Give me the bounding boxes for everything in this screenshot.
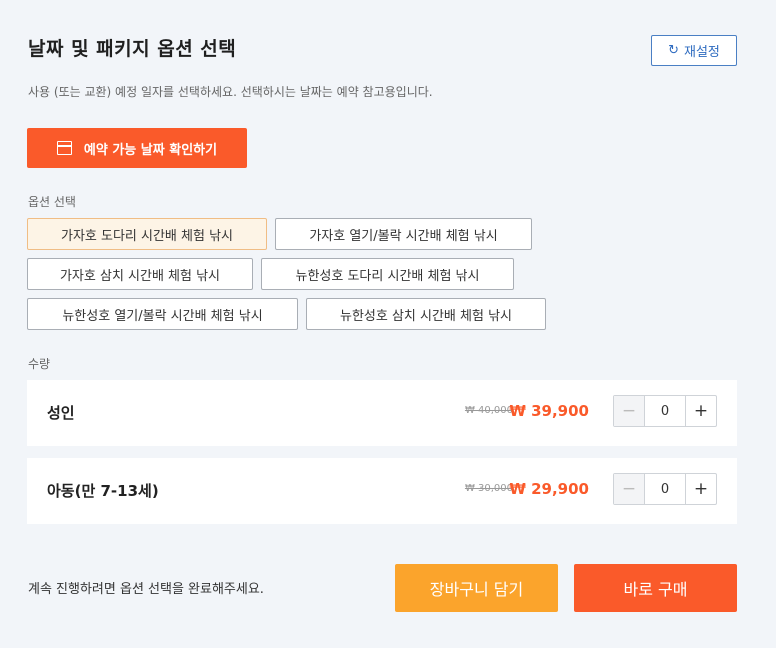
add-to-cart-button[interactable]: 장바구니 담기 bbox=[395, 564, 558, 612]
ticket-name: 아동(만 7-13세) bbox=[47, 482, 159, 500]
footer-message: 계속 진행하려면 옵션 선택을 완료해주세요. bbox=[28, 582, 264, 597]
quantity-row-child: 아동(만 7-13세) ₩ 30,000 ₩ 29,900 − 0 + bbox=[27, 458, 737, 524]
option-item[interactable]: 가자호 도다리 시간배 체험 낚시 bbox=[27, 218, 267, 250]
check-available-dates-button[interactable]: 예약 가능 날짜 확인하기 bbox=[27, 128, 247, 168]
decrement-button[interactable]: − bbox=[614, 396, 645, 426]
buy-now-button[interactable]: 바로 구매 bbox=[574, 564, 737, 612]
page-title: 날짜 및 패키지 옵션 선택 bbox=[28, 38, 237, 60]
quantity-row-adult: 성인 ₩ 40,000 ₩ 39,900 − 0 + bbox=[27, 380, 737, 446]
original-price: ₩ 40,000 bbox=[464, 405, 513, 416]
options-label: 옵션 선택 bbox=[28, 195, 76, 209]
option-item[interactable]: 뉴한성호 도다리 시간배 체험 낚시 bbox=[261, 258, 514, 290]
sale-price: ₩ 29,900 bbox=[509, 480, 589, 498]
original-price: ₩ 30,000 bbox=[464, 483, 513, 494]
option-item[interactable]: 가자호 열기/볼락 시간배 체험 낚시 bbox=[275, 218, 532, 250]
ticket-name: 성인 bbox=[47, 404, 75, 422]
refresh-icon: ↻ bbox=[668, 43, 679, 58]
increment-button[interactable]: + bbox=[685, 396, 716, 426]
date-button-label: 예약 가능 날짜 확인하기 bbox=[83, 142, 218, 158]
date-description: 사용 (또는 교환) 예정 일자를 선택하세요. 선택하시는 날짜는 예약 참고… bbox=[28, 85, 433, 99]
reset-button[interactable]: ↻ 재설정 bbox=[651, 35, 737, 66]
option-item[interactable]: 뉴한성호 열기/볼락 시간배 체험 낚시 bbox=[27, 298, 298, 330]
quantity-value[interactable]: 0 bbox=[645, 396, 685, 426]
quantity-stepper: − 0 + bbox=[613, 395, 717, 427]
quantity-stepper: − 0 + bbox=[613, 473, 717, 505]
quantity-label: 수량 bbox=[28, 357, 51, 371]
sale-price: ₩ 39,900 bbox=[509, 402, 589, 420]
calendar-icon bbox=[56, 141, 72, 155]
reset-label: 재설정 bbox=[684, 45, 720, 60]
quantity-value[interactable]: 0 bbox=[645, 474, 685, 504]
increment-button[interactable]: + bbox=[685, 474, 716, 504]
option-item[interactable]: 뉴한성호 삼치 시간배 체험 낚시 bbox=[306, 298, 546, 330]
option-item[interactable]: 가자호 삼치 시간배 체험 낚시 bbox=[27, 258, 253, 290]
decrement-button[interactable]: − bbox=[614, 474, 645, 504]
